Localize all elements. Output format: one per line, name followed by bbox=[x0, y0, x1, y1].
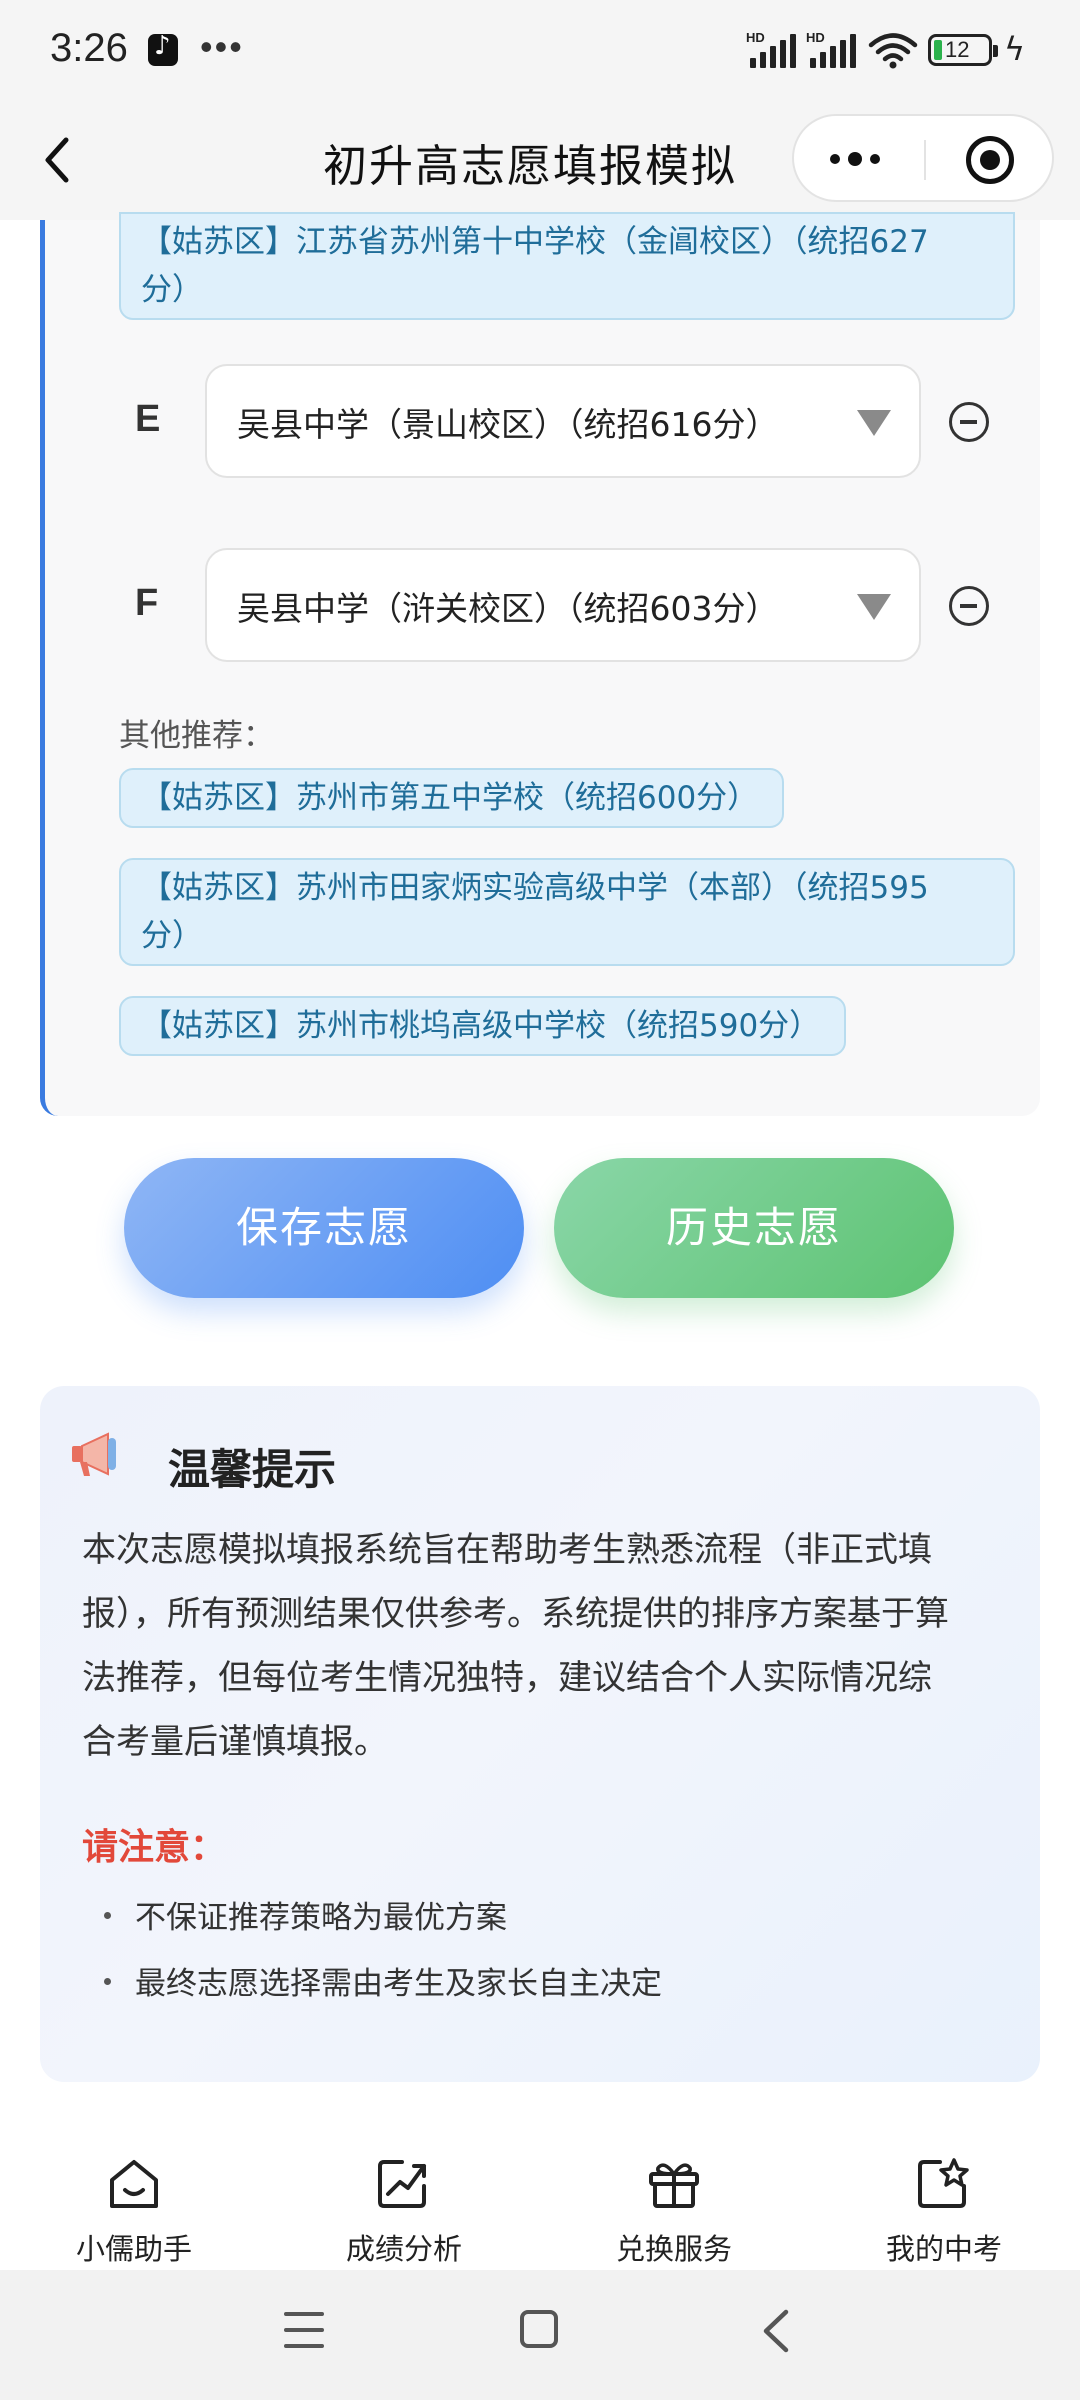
chart-trend-icon bbox=[378, 2160, 426, 2208]
tab-label: 我的中考 bbox=[885, 2232, 1002, 2266]
tab-score-analysis[interactable]: 成绩分析 bbox=[304, 2130, 504, 2270]
tag-text: 【姑苏区】苏州市桃坞高级中学校（统招590分） bbox=[141, 1008, 821, 1044]
tab-label: 兑换服务 bbox=[615, 2232, 732, 2266]
tab-label: 成绩分析 bbox=[345, 2232, 462, 2266]
tiktok-icon bbox=[148, 31, 178, 66]
more-icon[interactable] bbox=[830, 144, 890, 174]
school-select-e[interactable]: 吴县中学（景山校区）（统招616分） bbox=[205, 364, 921, 478]
other-recommendations-label: 其他推荐： bbox=[119, 718, 274, 754]
back-triangle-icon[interactable] bbox=[756, 2306, 796, 2356]
tab-my-exam[interactable]: 我的中考 bbox=[844, 2130, 1044, 2270]
charging-bolt-icon: ϟ bbox=[1004, 30, 1026, 68]
tips-line: 法推荐，但每位考生情况独特，建议结合个人实际情况综 bbox=[82, 1658, 932, 1698]
star-doc-icon bbox=[918, 2158, 969, 2208]
gift-icon bbox=[649, 2163, 699, 2208]
target-icon[interactable] bbox=[966, 136, 1014, 184]
recommendation-tag[interactable]: 【姑苏区】苏州市第五中学校（统招600分） bbox=[119, 768, 785, 828]
recommendation-tag[interactable]: 【姑苏区】苏州市桃坞高级中学校（统招590分） bbox=[119, 996, 847, 1056]
tips-line: 合考量后谨慎填报。 bbox=[82, 1722, 388, 1762]
status-time: 3:26 bbox=[50, 26, 128, 70]
history-button[interactable]: 历史志愿 bbox=[554, 1158, 954, 1298]
notice-title: 请注意： bbox=[82, 1827, 227, 1868]
tag-text: 【姑苏区】江苏省苏州第十中学校（金阊校区）（统招627 bbox=[141, 224, 929, 260]
row-label-f: F bbox=[135, 582, 159, 624]
tips-line: 报），所有预测结果仅供参考。系统提供的排序方案基于算 bbox=[82, 1594, 949, 1634]
select-value: 吴县中学（浒关校区）（统招603分） bbox=[237, 589, 779, 628]
signal-hd-icon: HD bbox=[806, 30, 858, 68]
tag-text: 【姑苏区】苏州市第五中学校（统招600分） bbox=[141, 780, 759, 816]
remove-circle-icon[interactable] bbox=[949, 586, 989, 626]
wifi-icon bbox=[868, 33, 918, 69]
tips-line: 本次志愿模拟填报系统旨在帮助考生熟悉流程（非正式填 bbox=[82, 1530, 932, 1570]
home-square-icon[interactable] bbox=[520, 2310, 558, 2348]
mini-program-capsule bbox=[792, 114, 1054, 202]
bullet-text: 最终志愿选择需由考生及家长自主决定 bbox=[135, 1966, 662, 2002]
caret-down-icon bbox=[857, 410, 891, 436]
recommendation-tag[interactable]: 【姑苏区】苏州市田家炳实验高级中学（本部）（统招595 分） bbox=[119, 858, 1015, 966]
row-label-e: E bbox=[135, 398, 161, 440]
tips-card: 温馨提示 本次志愿模拟填报系统旨在帮助考生熟悉流程（非正式填 报），所有预测结果… bbox=[40, 1386, 1040, 2082]
bullet-dot bbox=[104, 1912, 111, 1919]
tag-text: 分） bbox=[141, 272, 203, 308]
tag-text: 【姑苏区】苏州市田家炳实验高级中学（本部）（统招595 bbox=[141, 870, 929, 906]
tab-label: 小儒助手 bbox=[75, 2232, 192, 2266]
battery-level: 12 bbox=[945, 37, 970, 62]
bullet-text: 不保证推荐策略为最优方案 bbox=[135, 1900, 507, 1936]
home-smile-icon bbox=[110, 2160, 158, 2208]
caret-down-icon bbox=[857, 594, 891, 620]
megaphone-icon bbox=[72, 1432, 116, 1476]
signal-hd-icon: HD bbox=[746, 30, 798, 68]
notice-bullet: 最终志愿选择需由考生及家长自主决定 bbox=[104, 1958, 662, 2003]
school-select-f[interactable]: 吴县中学（浒关校区）（统招603分） bbox=[205, 548, 921, 662]
notice-bullet: 不保证推荐策略为最优方案 bbox=[104, 1892, 507, 1937]
system-nav-bar bbox=[0, 2270, 1080, 2400]
menu-icon[interactable] bbox=[284, 2310, 324, 2350]
tag-text: 分） bbox=[141, 918, 203, 954]
tab-redeem[interactable]: 兑换服务 bbox=[574, 2130, 774, 2270]
title-bar: 初升高志愿填报模拟 bbox=[0, 100, 1080, 220]
school-tag-partial[interactable]: 【姑苏区】江苏省苏州第十中学校（金阊校区）（统招627 分） bbox=[119, 212, 1015, 320]
notification-dots: ••• bbox=[200, 26, 244, 67]
tab-assistant[interactable]: 小儒助手 bbox=[34, 2130, 234, 2270]
remove-circle-icon[interactable] bbox=[949, 402, 989, 442]
select-value: 吴县中学（景山校区）（统招616分） bbox=[237, 405, 779, 444]
bullet-dot bbox=[104, 1978, 111, 1985]
volunteer-card: 【姑苏区】江苏省苏州第十中学校（金阊校区）（统招627 分） E 吴县中学（景山… bbox=[40, 212, 1040, 1116]
tab-bar: 小儒助手 成绩分析 兑换服务 我的中考 bbox=[0, 2130, 1080, 2270]
tips-body: 本次志愿模拟填报系统旨在帮助考生熟悉流程（非正式填 报），所有预测结果仅供参考。… bbox=[82, 1518, 1022, 1774]
tips-title: 温馨提示 bbox=[168, 1445, 337, 1494]
save-button[interactable]: 保存志愿 bbox=[124, 1158, 524, 1298]
status-bar: 3:26 ••• HD HD 12 ϟ bbox=[0, 0, 1080, 100]
battery-icon: 12 bbox=[928, 34, 998, 66]
